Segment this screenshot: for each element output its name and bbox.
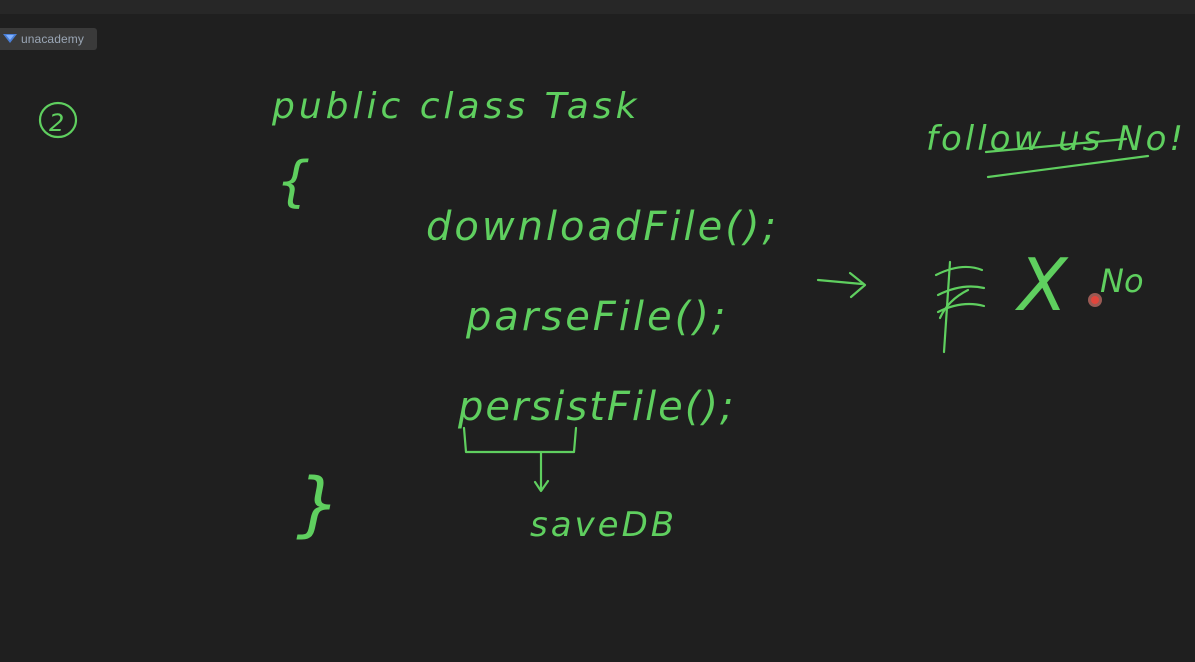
right-arrow-icon: [816, 271, 867, 299]
code-line-persist: persistFile();: [457, 384, 735, 430]
struck-out-scribble: [934, 260, 986, 354]
whiteboard-canvas[interactable]: 2 public class Task { } downloadFile(); …: [0, 0, 1195, 662]
persist-bracket: [462, 426, 578, 493]
result-text: No: [1100, 262, 1144, 300]
result-mark: X: [1014, 243, 1069, 327]
code-line-parse: parseFile();: [465, 294, 728, 340]
class-header: public class Task: [271, 86, 640, 127]
section-marker-label: 2: [49, 109, 64, 137]
heading-underline-2: [986, 154, 1150, 179]
laser-pointer-icon: [1088, 293, 1102, 307]
open-brace: {: [276, 150, 310, 213]
section-marker: 2: [38, 101, 78, 139]
close-brace: }: [296, 463, 341, 545]
side-note-heading: follow us No!: [926, 119, 1186, 159]
save-db-annotation: saveDB: [530, 505, 677, 545]
code-line-download: downloadFile();: [426, 204, 779, 250]
